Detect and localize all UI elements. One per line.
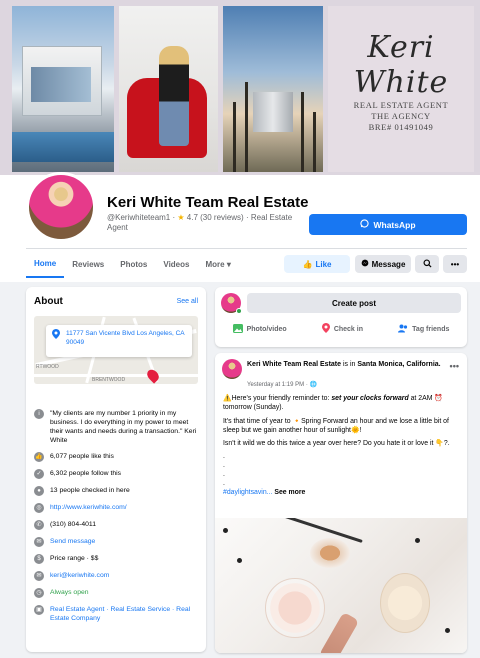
map-label: RTWOOD	[36, 364, 59, 370]
post-composer: Create post Photo/video Check in Tag fri…	[215, 287, 467, 347]
website-row: ◎ http://www.keriwhite.com/	[34, 503, 200, 513]
about-title: About	[34, 296, 63, 307]
star-icon: ★	[177, 213, 185, 222]
globe-icon: ◎	[34, 503, 44, 513]
globe-icon: 🌐	[309, 382, 317, 388]
cover-house-photo	[12, 6, 114, 172]
review-count[interactable]: (30 reviews)	[200, 213, 244, 222]
message-button[interactable]: Message	[355, 255, 411, 273]
location-pin-icon	[52, 329, 60, 341]
about-info-list: i "My clients are my number 1 priority i…	[34, 409, 200, 630]
whatsapp-icon	[360, 219, 370, 230]
tab-photos[interactable]: Photos	[112, 250, 155, 278]
whatsapp-label: WhatsApp	[373, 219, 416, 230]
check-in-button[interactable]: Check in	[321, 321, 363, 337]
tab-reviews[interactable]: Reviews	[64, 250, 112, 278]
profile-header: Keri White Team Real Estate @Keriwhitete…	[0, 172, 480, 282]
signature-logo: Keri White	[353, 30, 449, 100]
like-button[interactable]: 👍 Like	[284, 255, 350, 273]
page-title: Keri White Team Real Estate	[107, 194, 309, 211]
cover-photo-collage[interactable]: Keri White REAL ESTATE AGENT THE AGENCY …	[0, 0, 480, 175]
more-options-button[interactable]: •••	[443, 255, 467, 273]
like-label: Like	[315, 259, 332, 269]
location-icon: ●	[34, 486, 44, 496]
email-link[interactable]: keri@keriwhite.com	[50, 571, 109, 580]
about-card: About See all RTWOOD BRENTWOOD 11777 San…	[26, 287, 206, 652]
header-divider	[26, 248, 467, 249]
ellipsis-icon: •••	[450, 259, 460, 269]
profile-avatar[interactable]	[26, 172, 96, 242]
post-options-icon[interactable]: •••	[450, 361, 459, 371]
messenger-icon: ✉	[34, 537, 44, 547]
post-image[interactable]	[215, 518, 467, 653]
search-button[interactable]	[415, 255, 439, 273]
see-all-link[interactable]: See all	[177, 298, 198, 305]
cover-city-photo	[223, 6, 323, 172]
post-location[interactable]: Santa Monica, California.	[357, 361, 440, 368]
categories-row: ▣ Real Estate Agent · Real Estate Servic…	[34, 605, 200, 623]
agency-tagline: REAL ESTATE AGENT THE AGENCY BRE# 014910…	[353, 100, 449, 132]
location-map[interactable]: RTWOOD BRENTWOOD 11777 San Vicente Blvd …	[34, 316, 198, 384]
likes-row: 👍 6,077 people like this	[34, 452, 114, 462]
page-handle[interactable]: @Keriwhiteteam1	[107, 213, 170, 222]
email-row: ✉ keri@keriwhite.com	[34, 571, 200, 581]
hashtag-link[interactable]: #daylightsavin...	[223, 489, 272, 496]
composer-actions: Photo/video Check in Tag friends	[215, 321, 467, 337]
thumbs-up-icon: 👍	[302, 259, 313, 269]
address-box[interactable]: 11777 San Vicente Blvd Los Angeles, CA 9…	[46, 325, 192, 357]
chevron-down-icon: ▾	[226, 259, 231, 269]
price-range-row: $ Price range · $$	[34, 554, 200, 564]
checkins-row: ● 13 people checked in here	[34, 486, 200, 496]
cover-agent-photo	[119, 6, 218, 172]
post-location-prefix: is in	[342, 361, 356, 368]
page-tabs: Home Reviews Photos Videos More ▾	[26, 250, 239, 278]
hours-status[interactable]: Always open	[50, 588, 89, 597]
composer-avatar[interactable]	[221, 293, 242, 314]
page-meta: @Keriwhiteteam1 · ★ 4.7 (30 reviews) · R…	[107, 213, 293, 232]
address-text: 11777 San Vicente Blvd Los Angeles, CA 9…	[66, 330, 185, 346]
create-post-button[interactable]: Create post	[247, 293, 461, 313]
map-label: BRENTWOOD	[92, 377, 126, 383]
tab-videos[interactable]: Videos	[155, 250, 197, 278]
send-message-row: ✉ Send message	[34, 537, 200, 547]
people-icon	[398, 324, 408, 335]
post-header: Keri White Team Real Estate is in Santa …	[247, 360, 447, 369]
tab-more[interactable]: More ▾	[197, 250, 238, 278]
tag-icon: ▣	[34, 605, 44, 615]
post-timestamp[interactable]: Yesterday at 1:19 PM · 🌐	[247, 381, 317, 388]
location-pin-icon	[321, 323, 330, 335]
info-icon: i	[34, 409, 44, 419]
send-message-link[interactable]: Send message	[50, 537, 95, 546]
photo-icon	[232, 323, 243, 335]
categories-links[interactable]: Real Estate Agent · Real Estate Service …	[50, 605, 200, 623]
about-quote: i "My clients are my number 1 priority i…	[34, 409, 200, 445]
see-more-link[interactable]: See more	[274, 489, 305, 496]
photo-video-button[interactable]: Photo/video	[232, 321, 287, 337]
tag-friends-button[interactable]: Tag friends	[398, 321, 449, 337]
phone-icon: ✆	[34, 520, 44, 530]
follow-check-icon: ✓	[34, 469, 44, 479]
thumbs-up-icon: 👍	[34, 452, 44, 462]
search-icon	[422, 258, 432, 270]
price-tag-icon: $	[34, 554, 44, 564]
phone-number[interactable]: (310) 804-4011	[50, 520, 96, 529]
post-author-name[interactable]: Keri White Team Real Estate	[247, 361, 341, 368]
feed-post: Keri White Team Real Estate is in Santa …	[215, 353, 467, 653]
phone-row: ✆ (310) 804-4011	[34, 520, 200, 530]
rating-value: 4.7	[186, 213, 198, 222]
clock-icon: ◷	[34, 588, 44, 598]
envelope-icon: ✉	[34, 571, 44, 581]
website-link[interactable]: http://www.keriwhite.com/	[50, 503, 127, 512]
post-text: ⚠️Here's your friendly reminder to: set …	[223, 395, 450, 497]
online-indicator	[236, 308, 242, 314]
message-label: Message	[371, 259, 406, 269]
messenger-icon	[361, 259, 369, 269]
follows-row: ✓ 6,302 people follow this	[34, 469, 200, 479]
whatsapp-button[interactable]: WhatsApp	[309, 214, 467, 235]
hours-row: ◷ Always open	[34, 588, 200, 598]
cover-branding-panel: Keri White REAL ESTATE AGENT THE AGENCY …	[328, 6, 474, 172]
tab-home[interactable]: Home	[26, 250, 65, 278]
post-author-avatar[interactable]	[222, 359, 242, 379]
